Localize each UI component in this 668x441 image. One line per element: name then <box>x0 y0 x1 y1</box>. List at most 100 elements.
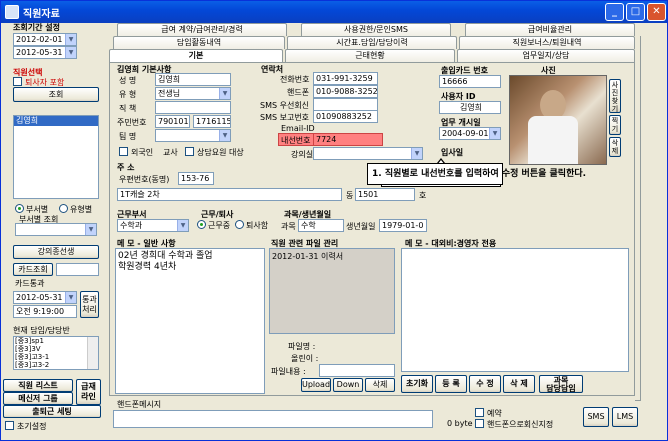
radio-by-dept[interactable] <box>15 204 24 213</box>
list-item[interactable]: [중3]3V <box>14 345 98 353</box>
card-input[interactable]: 16666 <box>439 75 501 88</box>
date-to-select[interactable]: 2012-05-31 ▼ <box>13 46 77 59</box>
sms-button[interactable]: SMS <box>583 407 609 427</box>
position-input[interactable] <box>155 101 231 114</box>
photo-capture-button[interactable]: 찍기 <box>609 115 621 135</box>
sms-input[interactable] <box>113 410 433 428</box>
user-id-input[interactable]: 김영희 <box>439 101 501 114</box>
dong-input[interactable]: 1501 <box>355 188 415 201</box>
tab-bonus-retire[interactable]: 직원보너스/퇴원내역 <box>459 36 635 49</box>
mobile-label: 핸드폰 <box>287 88 310 97</box>
tab-work-log[interactable]: 업무일지/상담 <box>457 49 635 62</box>
tab-permission-sms[interactable]: 사용권한/문인SMS <box>301 23 451 36</box>
minimize-button[interactable]: _ <box>605 3 624 21</box>
file-list[interactable]: 2012-01-31 이력서 <box>269 248 395 334</box>
chevron-down-icon: ▼ <box>411 148 422 159</box>
team-select[interactable]: ▼ <box>155 129 231 142</box>
radio-working[interactable] <box>197 220 206 229</box>
date-from-select[interactable]: 2012-02-01 ▼ <box>13 33 77 46</box>
start-date-select[interactable]: 2004-09-01 ▼ <box>439 127 501 140</box>
radio-retired[interactable] <box>235 220 244 229</box>
card-search-button[interactable]: 카드조회 <box>13 263 53 276</box>
list-item[interactable]: [중3]고3-1 <box>14 353 98 361</box>
owner-label: 올린이 : <box>291 354 319 363</box>
card-date-select[interactable]: 2012-05-31 ▼ <box>13 291 77 304</box>
rrn1-input[interactable]: 790101 <box>155 115 190 128</box>
card-time-input[interactable]: 오전 9:19:00 <box>13 305 77 318</box>
delete-button[interactable]: 삭 제 <box>503 375 535 393</box>
memo1-textarea[interactable]: 02년 경희대 수학과 졸업 학원경력 4년차 <box>115 248 265 394</box>
chevron-down-icon: ▼ <box>219 88 230 99</box>
tab-timetable-history[interactable]: 시간표.담임/담당이력 <box>287 36 457 49</box>
card-pass-label: 카드통과 <box>15 279 45 288</box>
birth-input[interactable]: 1979-01-0 <box>379 219 427 232</box>
list-item[interactable]: [중3]고3-2 <box>14 361 98 369</box>
sms-send-input[interactable]: 01090883252 <box>313 110 378 123</box>
lms-button[interactable]: LMS <box>612 407 638 427</box>
gang-select[interactable]: ▼ <box>313 147 423 160</box>
card-search-input[interactable] <box>56 263 99 276</box>
phone-input[interactable]: 031-991-3259 <box>313 72 378 85</box>
memo2-textarea[interactable] <box>401 248 629 372</box>
reserve-checkbox[interactable] <box>475 408 484 417</box>
dept-select[interactable]: 수학과 ▼ <box>117 219 189 232</box>
list-item[interactable]: 2012-01-31 이력서 <box>270 249 394 264</box>
sms-send-label: SMS 보고번호 <box>260 113 310 122</box>
scrollbar[interactable] <box>87 337 98 369</box>
class-list[interactable]: [중3]sp1 [중3]3V [중3]고3-1 [중3]고3-2 <box>13 336 99 370</box>
emp-list-button[interactable]: 직원 리스트 <box>3 379 73 392</box>
upload-button[interactable]: Upload <box>301 378 331 392</box>
name-label: 성 명 <box>119 76 137 85</box>
tab-basic[interactable]: 기본 <box>109 49 283 63</box>
list-item[interactable]: [중3]sp1 <box>14 337 98 345</box>
download-button[interactable]: Down <box>333 378 363 392</box>
panel-stack-edge <box>635 36 641 401</box>
ext-input[interactable]: 7724 <box>313 133 383 146</box>
title-bar[interactable]: 직원자료 _ □ ✕ <box>1 1 667 23</box>
addr-input[interactable]: 1T캐슬 2차 <box>117 188 342 201</box>
register-button[interactable]: 등 록 <box>435 375 467 393</box>
mobile-input[interactable]: 010-9088-3252 <box>313 85 378 98</box>
photo-delete-button[interactable]: 삭제 <box>609 137 621 157</box>
tab-salary-contract[interactable]: 급여 계약/급여관리/경력 <box>117 23 287 36</box>
include-retired-checkbox[interactable] <box>13 77 22 86</box>
gang-label: 강의실 <box>291 150 314 159</box>
employee-photo <box>509 75 607 165</box>
radio-by-type[interactable] <box>59 204 68 213</box>
zip-label: 우편번호(동명) <box>119 175 170 184</box>
subject-input[interactable]: 수학 <box>298 219 344 232</box>
consult-checkbox[interactable] <box>185 147 194 156</box>
photo-find-button[interactable]: 사진찾기 <box>609 79 621 113</box>
maximize-button[interactable]: □ <box>626 3 645 21</box>
attendance-button[interactable]: 출퇴근 세팅 <box>3 405 101 418</box>
file-content-input[interactable] <box>319 364 395 377</box>
modify-button[interactable]: 수 정 <box>469 375 501 393</box>
rrn2-input[interactable]: 1716115 <box>193 115 231 128</box>
chevron-down-icon: ▼ <box>219 130 230 141</box>
pass-button[interactable]: 통과 처리 <box>80 291 99 318</box>
file-delete-button[interactable]: 삭제 <box>365 378 395 392</box>
tooltip: 1. 직원별로 내선번호를 입력하여 수정 버튼을 클릭한다. <box>367 163 586 185</box>
lecture-button[interactable]: 강의종선생 <box>13 245 99 259</box>
ext-label: 내선번호 <box>281 136 311 145</box>
send-to-mobile-checkbox[interactable] <box>475 419 484 428</box>
init-checkbox[interactable] <box>5 421 14 430</box>
type-select[interactable]: 전생님 ▼ <box>155 87 231 100</box>
subject-class-button[interactable]: 과목 담당담임 <box>539 375 583 393</box>
dept-search-select[interactable]: ▼ <box>15 223 97 236</box>
tab-salary-ratio[interactable]: 급여비율관리 <box>465 23 635 36</box>
tab-attendance[interactable]: 근태현황 <box>285 49 455 62</box>
zip-input[interactable]: 153-76 <box>178 172 214 185</box>
pay-line-button[interactable]: 급재 라인 <box>76 379 101 405</box>
foreign-checkbox[interactable] <box>119 147 128 156</box>
employee-list[interactable]: 김영희 <box>13 115 99 199</box>
tab-homeroom-activity[interactable]: 담임활동내역 <box>113 36 285 49</box>
current-class-label: 현재 담임/담당반 <box>13 326 70 335</box>
messenger-button[interactable]: 메신저 그룹 <box>3 392 73 405</box>
search-button[interactable]: 조회 <box>13 87 99 102</box>
file-name-label: 파일명 : <box>288 342 316 351</box>
list-item[interactable]: 김영희 <box>14 116 98 126</box>
name-input[interactable]: 김영희 <box>155 73 231 86</box>
close-button[interactable]: ✕ <box>647 3 666 21</box>
reset-button[interactable]: 초기화 <box>401 375 433 393</box>
